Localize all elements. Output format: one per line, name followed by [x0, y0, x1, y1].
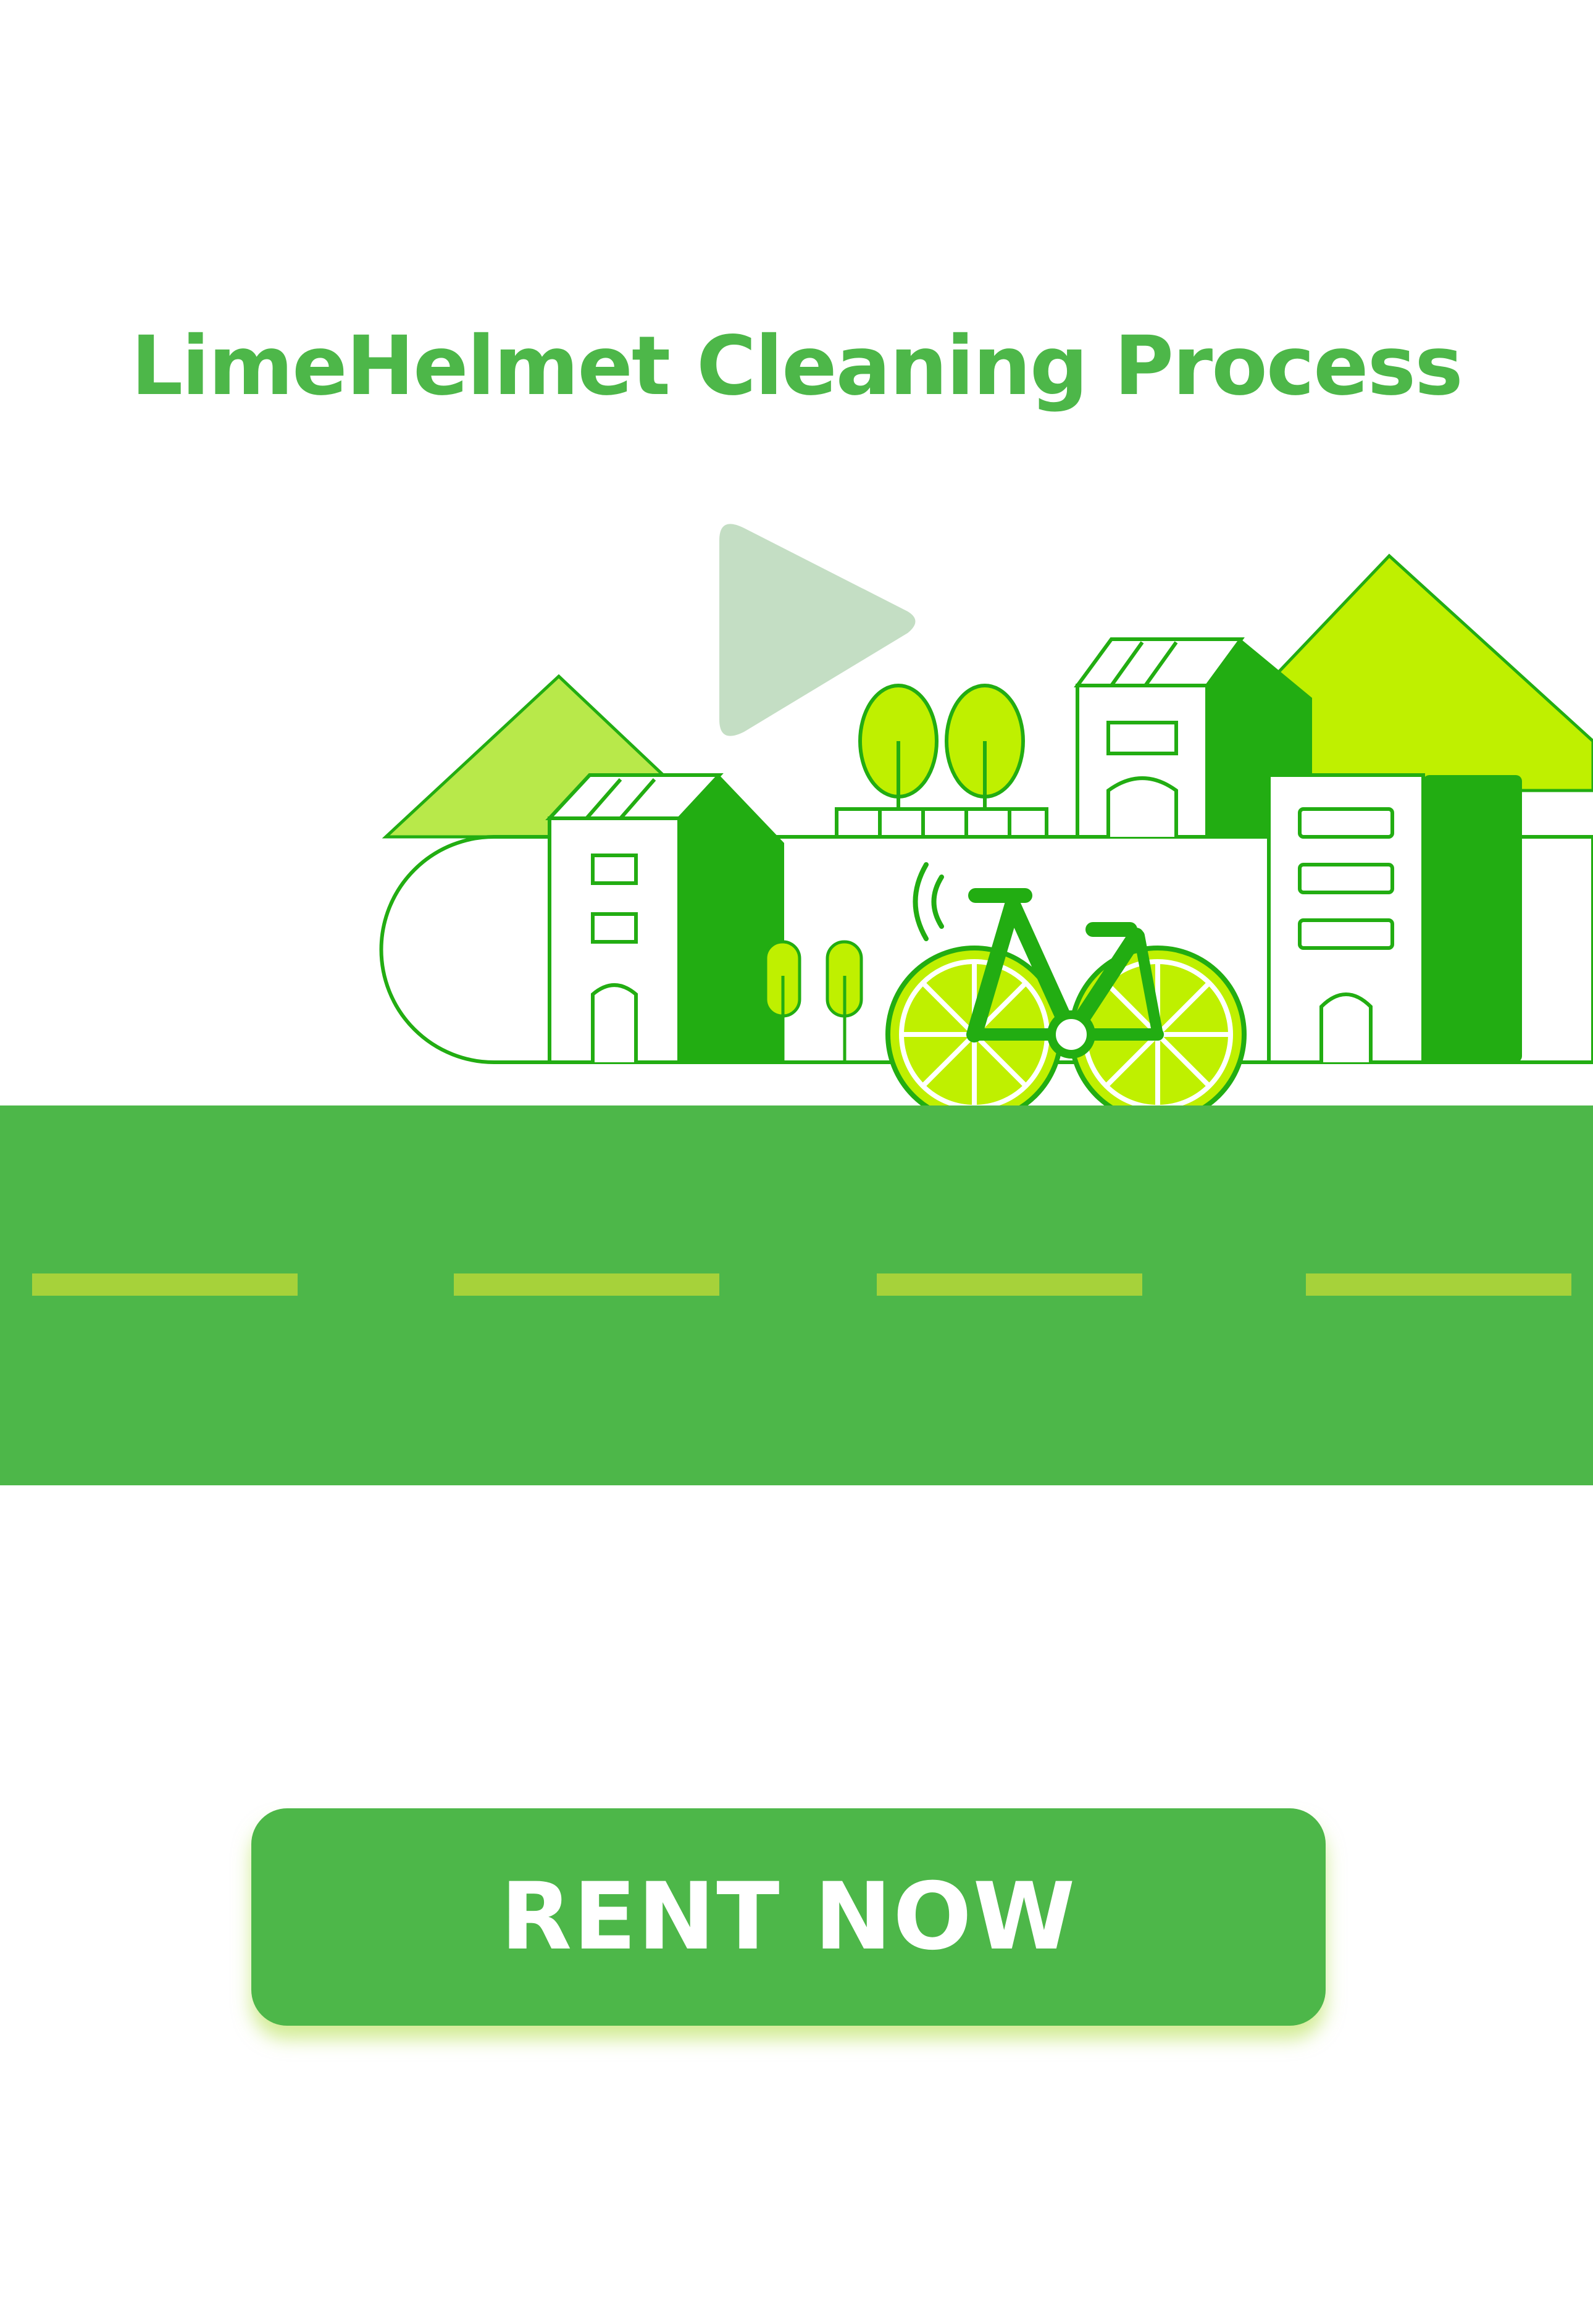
page-title: LimeHelmet Cleaning Process: [131, 319, 1463, 414]
building-right-illustration: [1267, 773, 1522, 1064]
mountain-right-illustration: [1264, 553, 1593, 792]
play-button[interactable]: [710, 513, 923, 747]
play-icon: [719, 524, 916, 736]
planter-illustration: [835, 807, 1048, 839]
building-left-illustration: [545, 773, 784, 1064]
road-illustration: [0, 1105, 1593, 1485]
rent-now-label: RENT NOW: [500, 1863, 1077, 1971]
rent-now-button[interactable]: RENT NOW: [251, 1808, 1326, 2026]
